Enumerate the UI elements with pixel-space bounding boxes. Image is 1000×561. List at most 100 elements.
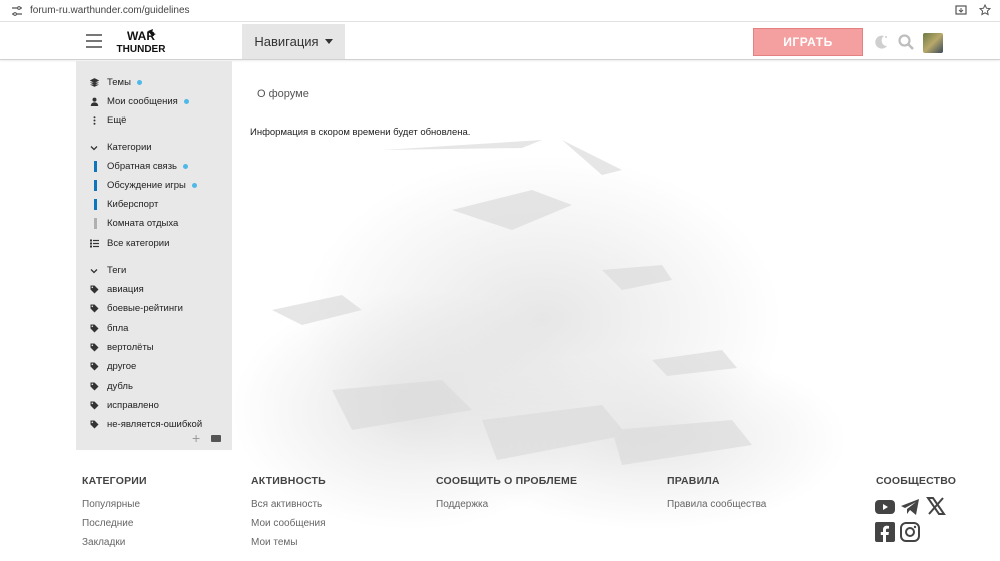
category-label: Киберспорт [107,199,159,210]
category-label: Обратная связь [107,161,177,172]
tag-icon [89,382,99,391]
facebook-icon[interactable] [875,522,895,542]
theme-toggle-icon[interactable] [872,33,890,51]
unread-indicator [183,164,188,169]
chevron-down-icon [89,267,99,275]
footer-link[interactable]: Поддержка [436,499,577,510]
tag-label: не-является-ошибкой [107,419,203,430]
page-title[interactable]: О форуме [257,88,309,100]
sidebar-item-label: Темы [107,77,131,88]
sidebar-tag[interactable]: другое [76,357,232,376]
layers-icon [89,78,99,87]
play-button[interactable]: ИГРАТЬ [753,28,863,56]
list-icon [89,239,99,248]
footer-heading: АКТИВНОСТЬ [251,475,326,487]
sidebar-tag[interactable]: вертолёты [76,338,232,357]
bookmark-star-icon[interactable] [978,3,992,17]
category-label: Комната отдыха [107,218,179,229]
war-thunder-logo[interactable]: WAR THUNDER [114,28,168,55]
navigation-dropdown[interactable]: Навигация [242,24,345,59]
footer-link[interactable]: Мои сообщения [251,518,326,529]
footer-column-activity: АКТИВНОСТЬ Вся активность Мои сообщения … [251,475,326,556]
unread-indicator [183,99,189,104]
tag-label: авиация [107,284,144,295]
tag-icon [89,324,99,333]
instagram-icon[interactable] [900,522,920,542]
category-color-bar [94,218,97,229]
footer-link[interactable]: Последние [82,518,147,529]
url-text[interactable]: forum-ru.warthunder.com/guidelines [30,5,190,16]
search-icon[interactable] [897,33,915,51]
unread-indicator [191,183,197,188]
sidebar-tag[interactable]: авиация [76,280,232,299]
tag-label: бпла [107,323,129,334]
tag-label: вертолёты [107,342,154,353]
footer-heading: СООБЩЕСТВО [876,475,957,487]
user-avatar[interactable] [923,33,943,53]
sidebar-item-label: Ещё [107,115,127,126]
sidebar-item-topics[interactable]: Темы [76,73,232,92]
category-color-bar [94,180,97,191]
page-body-text: Информация в скором времени будет обновл… [250,127,471,138]
logo-word-thunder: THUNDER [117,44,167,55]
sidebar-tag[interactable]: боевые-рейтинги [76,299,232,318]
tag-icon [89,285,99,294]
tag-icon [89,420,99,429]
footer-link[interactable]: Мои темы [251,537,326,548]
site-settings-icon[interactable] [10,4,24,18]
sidebar-category-esports[interactable]: Киберспорт [76,195,232,214]
category-color-bar [94,199,97,210]
tag-label: дубль [107,381,133,392]
more-vertical-icon [89,116,99,125]
sidebar-category-game-discussion[interactable]: Обсуждение игры [76,176,232,195]
social-links [875,497,950,545]
sidebar-tag[interactable]: исправлено [76,396,232,415]
sidebar-item-label: Мои сообщения [107,96,178,107]
caret-down-icon [324,39,333,44]
sidebar-category-lounge[interactable]: Комната отдыха [76,214,232,233]
tag-icon [89,343,99,352]
footer-link[interactable]: Вся активность [251,499,326,510]
category-color-bar [94,161,97,172]
youtube-icon[interactable] [875,497,895,517]
footer-link[interactable]: Закладки [82,537,147,548]
chevron-down-icon [89,144,99,152]
hamburger-menu-icon[interactable] [86,34,102,48]
sidebar-item-my-posts[interactable]: Мои сообщения [76,92,232,111]
footer-link[interactable]: Популярные [82,499,147,510]
sidebar-tag[interactable]: дубль [76,377,232,396]
add-section-icon[interactable]: + [192,430,200,446]
x-icon[interactable] [926,496,946,516]
keyboard-shortcuts-icon[interactable] [211,435,221,442]
sidebar-category-feedback[interactable]: Обратная связь [76,157,232,176]
categories-section-toggle[interactable]: Категории [76,138,232,157]
footer-column-report: СООБЩИТЬ О ПРОБЛЕМЕ Поддержка [436,475,577,518]
telegram-icon[interactable] [900,497,920,517]
navigation-label: Навигация [254,34,319,49]
tag-label: исправлено [107,400,159,411]
tag-label: боевые-рейтинги [107,303,183,314]
category-label: Обсуждение игры [107,180,186,191]
user-icon [89,97,99,106]
install-app-icon[interactable] [954,3,968,17]
footer-link[interactable]: Правила сообщества [667,499,766,510]
tags-title: Теги [107,265,127,276]
sidebar-all-categories[interactable]: Все категории [76,234,232,253]
footer-column-categories: КАТЕГОРИИ Популярные Последние Закладки [82,475,147,556]
tags-section-toggle[interactable]: Теги [76,261,232,280]
footer-heading: КАТЕГОРИИ [82,475,147,487]
categories-title: Категории [107,142,152,153]
tag-icon [89,401,99,410]
footer-heading: ПРАВИЛА [667,475,720,487]
sidebar-tag[interactable]: бпла [76,319,232,338]
category-label: Все категории [107,238,170,249]
footer-column-rules: ПРАВИЛА Правила сообщества [667,475,766,518]
unread-indicator [136,80,142,85]
sidebar-footer: + [76,430,232,450]
sidebar-item-more[interactable]: Ещё [76,111,232,130]
footer-heading: СООБЩИТЬ О ПРОБЛЕМЕ [436,475,578,487]
sidebar: Темы Мои сообщения Ещё Категории Обратна… [76,61,232,450]
browser-address-bar: forum-ru.warthunder.com/guidelines [0,0,1000,22]
site-header: WAR THUNDER Навигация ИГРАТЬ [0,23,1000,60]
tag-icon [89,304,99,313]
